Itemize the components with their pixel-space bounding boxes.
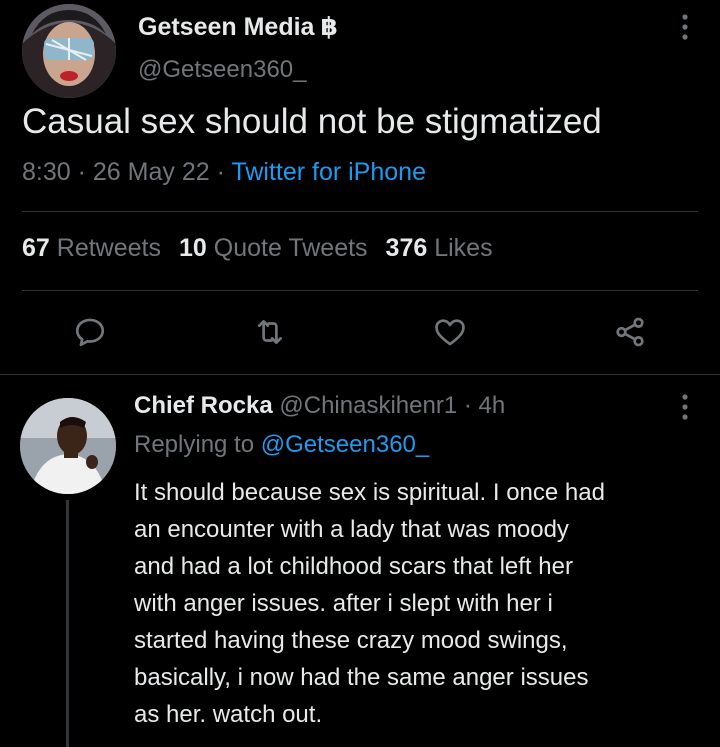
avatar-image	[22, 4, 116, 98]
retweets-label: Retweets	[56, 234, 161, 262]
reply-text-line: and had a lot childhood scars that left …	[134, 553, 573, 580]
likes-label: Likes	[434, 234, 493, 262]
share-icon	[616, 317, 644, 347]
reply-separator: ·	[463, 392, 472, 419]
reply-author-name[interactable]: Chief Rocka	[134, 392, 273, 419]
retweets-stat[interactable]: 67 Retweets	[22, 234, 161, 262]
reply-icon	[75, 318, 105, 347]
like-icon	[435, 319, 465, 346]
quotes-stat[interactable]: 10 Quote Tweets	[179, 234, 368, 262]
reply-header: Chief Rocka @Chinaskihenr1 · 4h	[134, 392, 505, 420]
reply-button[interactable]	[70, 312, 110, 352]
divider	[22, 211, 698, 212]
tweet-source[interactable]: Twitter for iPhone	[231, 158, 426, 186]
quotes-label: Quote Tweets	[213, 234, 368, 262]
tweet-time[interactable]: 8:30	[22, 158, 71, 186]
replying-to: Replying to @Getseen360_	[134, 431, 429, 459]
retweets-count: 67	[22, 234, 50, 262]
reply-author-handle[interactable]: @Chinaskihenr1	[279, 392, 457, 419]
author-name[interactable]: Getseen Media ฿	[138, 12, 338, 42]
author-handle[interactable]: @Getseen360_	[138, 56, 306, 84]
avatar-image	[20, 398, 116, 494]
reply-text: It should because sex is spiritual. I on…	[134, 474, 704, 733]
reply-text-line: an encounter with a lady that was moody	[134, 516, 569, 543]
share-button[interactable]	[610, 312, 650, 352]
reply-author-avatar[interactable]	[20, 398, 116, 494]
tweet-stats: 67 Retweets 10 Quote Tweets 376 Likes	[22, 234, 493, 263]
retweet-icon	[258, 320, 282, 344]
reply-text-line: started having these crazy mood swings,	[134, 627, 568, 654]
tweet-date[interactable]: 26 May 22	[93, 158, 210, 186]
divider	[0, 374, 720, 375]
quotes-count: 10	[178, 234, 207, 262]
reply-timestamp[interactable]: 4h	[479, 392, 506, 419]
reply-text-line: It should because sex is spiritual. I on…	[134, 479, 605, 506]
tweet-text: Casual sex should not be stigmatized	[22, 102, 602, 141]
author-name-text: Getseen Media	[138, 13, 315, 41]
author-badge: ฿	[320, 13, 338, 41]
reply-text-line: basically, i now had the same anger issu…	[134, 664, 589, 691]
author-avatar[interactable]	[22, 4, 116, 98]
replying-to-handle[interactable]: @Getseen360_	[261, 431, 429, 458]
reply-text-line: as her. watch out.	[134, 701, 323, 728]
thread-line	[66, 500, 69, 747]
retweet-button[interactable]	[250, 312, 290, 352]
likes-stat[interactable]: 376 Likes	[386, 234, 493, 262]
like-button[interactable]	[430, 312, 470, 352]
replying-to-label: Replying to	[134, 431, 255, 458]
reply-text-line: with anger issues. after i slept with he…	[134, 590, 553, 617]
tweet-meta: 8:30 · 26 May 22 · Twitter for iPhone	[22, 158, 426, 187]
more-options-icon[interactable]	[678, 12, 692, 42]
likes-count: 376	[385, 234, 428, 262]
meta-separator: ·	[77, 158, 86, 186]
divider	[22, 290, 698, 291]
meta-separator: ·	[216, 158, 225, 186]
more-options-icon[interactable]	[678, 392, 692, 422]
